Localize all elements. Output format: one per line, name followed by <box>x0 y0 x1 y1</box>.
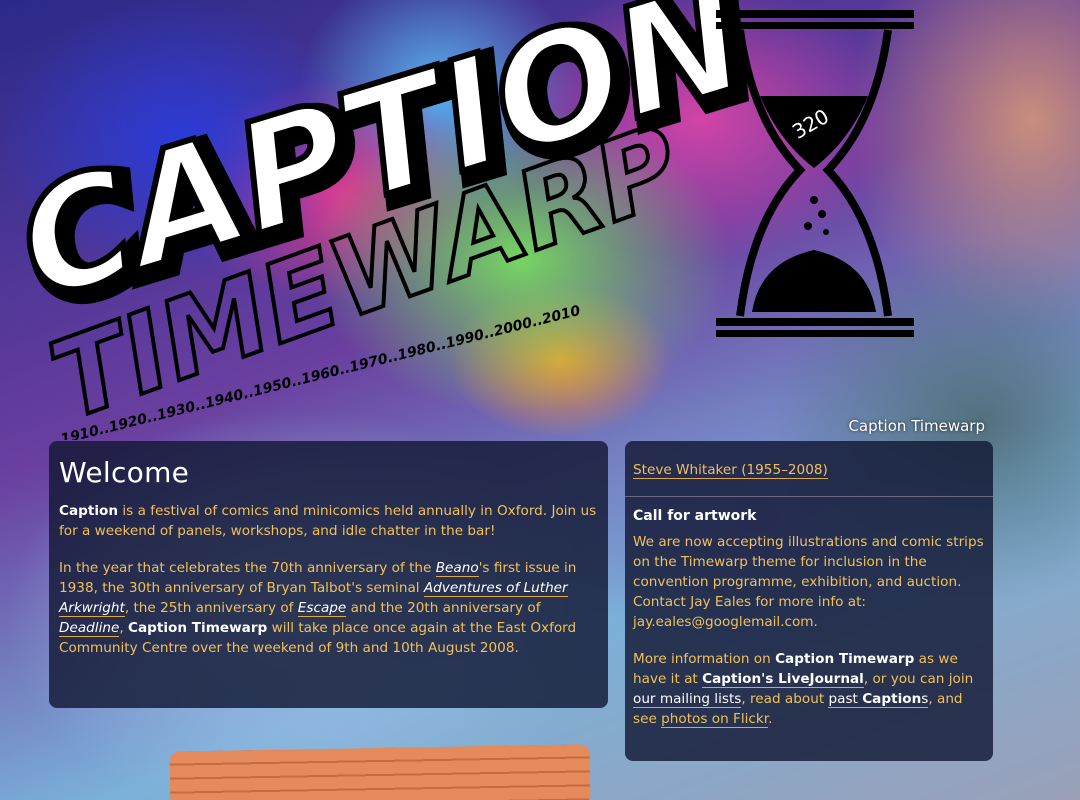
anniv-text-5: , <box>119 620 128 636</box>
flickr-link[interactable]: photos on Flickr <box>661 711 769 728</box>
past-captions-link[interactable]: past Captions <box>828 691 929 708</box>
escape-link[interactable]: Escape <box>297 600 347 617</box>
caption-name: Caption <box>59 503 119 519</box>
welcome-heading: Welcome <box>59 456 190 489</box>
sidebar-divider <box>625 496 993 497</box>
call-for-artwork-text: We are now accepting illustrations and c… <box>633 534 984 630</box>
steve-whitaker-link[interactable]: Steve Whitaker (1955–2008) <box>633 462 828 479</box>
intro-paragraph: Caption is a festival of comics and mini… <box>59 501 598 541</box>
welcome-panel: Welcome Caption is a festival of comics … <box>49 441 608 708</box>
anniv-text-1: In the year that celebrates the 70th ann… <box>59 560 436 576</box>
memorial-line: Steve Whitaker (1955–2008) <box>633 460 985 480</box>
past-text: past <box>828 691 863 707</box>
deadline-link[interactable]: Deadline <box>59 620 120 637</box>
more-text-4: , read about <box>741 691 829 707</box>
more-info-paragraph: More information on Caption Timewarp as … <box>633 649 985 729</box>
anniv-text-4: and the 20th anniversary of <box>346 600 541 616</box>
call-for-artwork-heading: Call for artwork <box>633 508 757 524</box>
more-text-6: . <box>768 711 773 727</box>
beano-link[interactable]: Beano <box>435 560 479 577</box>
anniversary-paragraph: In the year that celebrates the 70th ann… <box>59 558 598 658</box>
sidebar-panel: Steve Whitaker (1955–2008) Call for artw… <box>625 441 993 761</box>
timewarp-name: Caption Timewarp <box>127 620 268 636</box>
photo-caption: Caption Timewarp <box>848 417 985 435</box>
more-text-1: More information on <box>633 651 776 667</box>
more-timewarp-name: Caption Timewarp <box>775 651 915 667</box>
anniv-text-3: , the 25th anniversary of <box>124 600 298 616</box>
intro-text: is a festival of comics and minicomics h… <box>59 503 597 539</box>
mailing-lists-link[interactable]: our mailing lists <box>633 691 742 708</box>
livejournal-link[interactable]: Caption's LiveJournal <box>702 671 864 688</box>
past-caption-name: Caption <box>862 691 922 707</box>
livejournal-link-label: Caption's LiveJournal <box>702 671 864 687</box>
pencils-photo-detail <box>169 744 591 800</box>
more-text-3: , or you can join <box>863 671 974 687</box>
